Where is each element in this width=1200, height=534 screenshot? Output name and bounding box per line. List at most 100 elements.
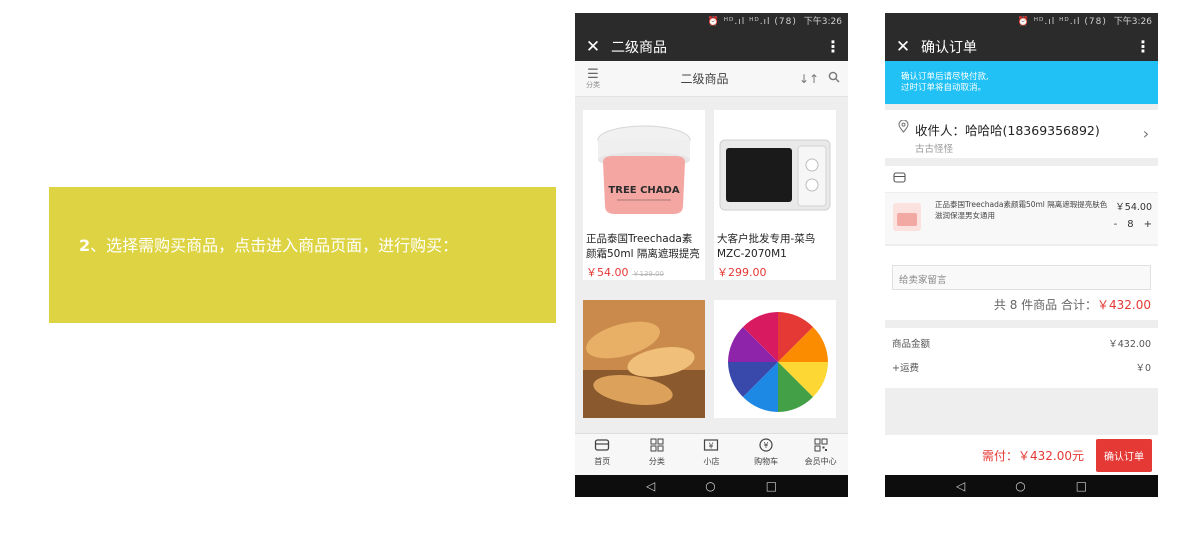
fee-label: 商品金额 (892, 339, 931, 350)
tab-shop[interactable]: ¥ 小店 (684, 434, 739, 475)
phone-product-list: ⏰ ᴴᴰ.ıl ᴴᴰ.ıl (78) 下午3:26 ✕ 二级商品 ⋮ ☰ 分类 … (575, 13, 848, 497)
shop-icon: ¥ (684, 438, 739, 456)
category-button[interactable]: ☰ 分类 (575, 68, 611, 89)
cart-icon: ¥ (739, 438, 794, 456)
product-image-microwave (714, 110, 836, 228)
fee-row: +运费 ￥0 (892, 360, 1151, 384)
payment-bar: 需付：￥432.00元 确认订单 (885, 435, 1158, 475)
tab-label: 购物车 (754, 457, 779, 466)
order-item: 正品泰国Treechada素颜霜50ml 隔离遮瑕提亮肤色滋润保湿男女通用 ￥5… (885, 192, 1158, 244)
category-bar: ☰ 分类 二级商品 ↓↑ (575, 61, 848, 97)
product-price: ￥299.00 (717, 266, 767, 279)
product-card[interactable]: 大客户批发专用-菜鸟MZC-2070M1 ￥299.00 (714, 110, 836, 280)
bottom-tab-bar: 首页 分类 ¥ 小店 ¥ 购物车 会员中心 (575, 433, 848, 475)
grid-icon (630, 438, 685, 456)
message-section: 给卖家留言 共 8 件商品 合计：￥432.00 (885, 246, 1158, 320)
payment-notice: 确认订单后请尽快付款, 过时订单将自动取消。 (885, 61, 1158, 104)
tab-cart[interactable]: ¥ 购物车 (739, 434, 794, 475)
notice-line: 过时订单将自动取消。 (901, 83, 987, 93)
decrease-button[interactable]: - (1114, 219, 1118, 230)
tab-member-center[interactable]: 会员中心 (793, 434, 848, 475)
status-time: 下午3:26 (1113, 17, 1152, 27)
android-nav-bar: ◁ ○ □ (885, 475, 1158, 497)
fee-breakdown: 商品金额 ￥432.00 +运费 ￥0 (885, 328, 1158, 388)
step-text: 、选择需购买商品，点击进入商品页面，进行购买： (90, 236, 459, 255)
recent-apps-icon[interactable]: □ (1076, 479, 1087, 493)
home-icon (575, 438, 630, 456)
android-nav-bar: ◁ ○ □ (575, 475, 848, 497)
product-card[interactable]: TREE CHADA 正品泰国Treechada素颜霜50ml 隔离遮瑕提亮肤 … (583, 110, 705, 280)
instruction-callout: 2、选择需购买商品，点击进入商品页面，进行购买： (49, 187, 556, 323)
product-price: ￥54.00 (586, 266, 629, 279)
product-name: 大客户批发专用-菜鸟MZC-2070M1 (717, 233, 816, 260)
back-icon[interactable]: ◁ (956, 479, 965, 493)
product-card[interactable] (714, 300, 836, 418)
quantity-value[interactable]: 8 (1127, 219, 1133, 230)
svg-text:¥: ¥ (709, 442, 714, 451)
shipping-address[interactable]: 收件人：哈哈哈(18369356892) 古古怪怪 › (885, 110, 1158, 158)
phone-confirm-order: ⏰ ᴴᴰ.ıl ᴴᴰ.ıl (78) 下午3:26 ✕ 确认订单 ⋮ 确认订单后… (885, 13, 1158, 497)
product-price-row: ￥299.00 (714, 262, 836, 280)
store-icon (893, 172, 906, 186)
notice-line: 确认订单后请尽快付款, (901, 72, 989, 82)
amount-due: 需付：￥432.00元 (982, 448, 1084, 463)
confirm-order-button[interactable]: 确认订单 (1096, 438, 1152, 472)
order-summary: 共 8 件商品 合计：￥432.00 (892, 296, 1151, 313)
search-icon[interactable] (820, 71, 848, 87)
chevron-right-icon: › (1142, 124, 1150, 143)
product-image-biscuits (583, 300, 705, 418)
fee-row: 商品金额 ￥432.00 (892, 336, 1151, 360)
svg-text:¥: ¥ (764, 441, 769, 450)
category-title: 二级商品 (680, 72, 729, 86)
instruction-text: 2、选择需购买商品，点击进入商品页面，进行购买： (79, 233, 539, 259)
step-number: 2 (79, 236, 91, 255)
home-circle-icon[interactable]: ○ (705, 479, 715, 493)
tab-label: 小店 (703, 457, 720, 466)
status-icons: ⏰ ᴴᴰ.ıl ᴴᴰ.ıl (78) (707, 17, 797, 27)
brand-text: TREE CHADA (608, 185, 679, 196)
sort-icon[interactable]: ↓↑ (798, 72, 820, 86)
quantity-stepper: - 8 + (1114, 219, 1152, 230)
tab-label: 分类 (648, 457, 665, 466)
fee-value: ￥0 (1135, 363, 1151, 374)
tab-label: 首页 (594, 457, 611, 466)
page-title: 确认订单 (921, 39, 977, 56)
fee-value: ￥432.00 (1108, 339, 1151, 350)
product-image-cream: TREE CHADA (583, 110, 705, 228)
recipient-info: 收件人：哈哈哈(18369356892) 古古怪怪 (915, 120, 1134, 155)
product-name: 正品泰国Treechada素颜霜50ml 隔离遮瑕提亮肤 (586, 233, 700, 260)
item-description: 正品泰国Treechada素颜霜50ml 隔离遮瑕提亮肤色滋润保湿男女通用 (935, 200, 1108, 220)
close-icon[interactable]: ✕ (575, 37, 611, 57)
product-price-row: ￥54.00 ￥139.00 (583, 262, 705, 280)
tab-label: 会员中心 (804, 457, 837, 466)
list-icon: ☰ (587, 67, 599, 82)
seller-message-input[interactable]: 给卖家留言 (892, 265, 1151, 290)
shop-header (885, 166, 1158, 192)
qr-icon (793, 438, 848, 456)
app-bar: ✕ 二级商品 ⋮ (575, 32, 848, 61)
app-bar: ✕ 确认订单 ⋮ (885, 32, 1158, 61)
home-circle-icon[interactable]: ○ (1015, 479, 1025, 493)
tab-category[interactable]: 分类 (630, 434, 685, 475)
recent-apps-icon[interactable]: □ (766, 479, 777, 493)
more-options-icon[interactable]: ⋮ (1128, 37, 1158, 56)
tab-home[interactable]: 首页 (575, 434, 630, 475)
more-options-icon[interactable]: ⋮ (818, 37, 848, 56)
page-title: 二级商品 (611, 39, 667, 56)
status-bar: ⏰ ᴴᴰ.ıl ᴴᴰ.ıl (78) 下午3:26 (575, 13, 848, 32)
fee-label: +运费 (892, 363, 919, 374)
back-icon[interactable]: ◁ (646, 479, 655, 493)
product-old-price: ￥139.00 (632, 270, 665, 278)
tutorial-step: 2、选择需购买商品，点击进入商品页面，进行购买： ⏰ ᴴᴰ.ıl ᴴᴰ.ıl (… (0, 0, 1200, 534)
product-grid: TREE CHADA 正品泰国Treechada素颜霜50ml 隔离遮瑕提亮肤 … (575, 97, 848, 432)
product-image-umbrella (714, 300, 836, 418)
close-icon[interactable]: ✕ (885, 37, 921, 57)
category-label: 分类 (586, 81, 600, 89)
status-bar: ⏰ ᴴᴰ.ıl ᴴᴰ.ıl (78) 下午3:26 (885, 13, 1158, 32)
status-icons: ⏰ ᴴᴰ.ıl ᴴᴰ.ıl (78) (1017, 17, 1107, 27)
increase-button[interactable]: + (1144, 219, 1152, 230)
product-card[interactable] (583, 300, 705, 418)
recipient-address: 古古怪怪 (915, 144, 954, 155)
status-time: 下午3:26 (803, 17, 842, 27)
location-pin-icon (891, 119, 915, 136)
